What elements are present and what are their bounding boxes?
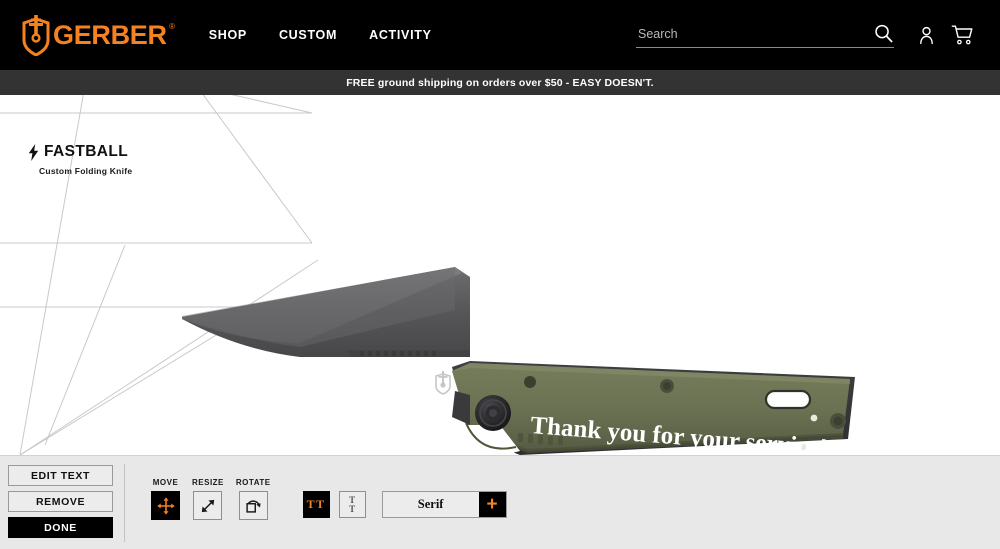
search-submit-button[interactable] [872, 23, 894, 45]
tool-resize-label: RESIZE [192, 478, 224, 487]
toolbar-actions: EDIT TEXT REMOVE DONE [0, 456, 120, 538]
move-tool-button[interactable] [151, 491, 180, 520]
text-style-controls: TT T T Serif + [271, 456, 507, 518]
move-arrows-icon [156, 496, 175, 515]
text-vertical-glyph-bottom: T [349, 503, 356, 514]
search-input[interactable] [636, 22, 864, 46]
header-utilities [636, 0, 980, 70]
knife-blade [182, 267, 470, 395]
blade-gerber-mark-icon [435, 371, 451, 395]
transform-tools: MOVE RESIZE ROTATE [125, 456, 271, 520]
gerber-shield-sword-logo-icon [22, 15, 50, 56]
plus-icon[interactable]: + [478, 492, 506, 517]
brand-text: GERBER [53, 19, 167, 50]
cart-button[interactable] [944, 15, 980, 55]
text-vertical-button[interactable]: T T [338, 491, 366, 518]
product-stage: FASTBALL Custom Folding Knife Thank you … [0, 95, 1000, 455]
tool-move-label: MOVE [152, 478, 179, 487]
product-name: FASTBALL [44, 143, 129, 160]
rotate-tool-button[interactable] [238, 491, 268, 520]
text-horizontal-button[interactable]: TT [302, 491, 330, 518]
handle-pin [810, 414, 818, 422]
knife-preview[interactable]: Thank you for your service! [0, 95, 1000, 455]
editor-toolbar: EDIT TEXT REMOVE DONE MOVE RESIZE ROTATE… [0, 455, 1000, 549]
site-header: GERBER ® SHOP CUSTOM ACTIVITY [0, 0, 1000, 70]
nav-item-custom[interactable]: CUSTOM [279, 28, 337, 42]
remove-button[interactable]: REMOVE [8, 491, 113, 512]
lightning-bolt-icon [28, 143, 39, 161]
edit-text-button[interactable]: EDIT TEXT [8, 465, 113, 486]
handle-screw-inner [663, 382, 671, 390]
promo-text: FREE ground shipping on orders over $50 … [346, 76, 654, 89]
search-box [636, 22, 894, 48]
account-button[interactable] [908, 15, 944, 55]
pivot-screw [475, 395, 511, 431]
user-account-icon [919, 26, 933, 44]
product-label: FASTBALL Custom Folding Knife [28, 143, 132, 176]
lanyard-slot [764, 389, 812, 410]
knife-handle: Thank you for your service! [452, 361, 855, 455]
trademark-symbol: ® [169, 21, 175, 31]
text-horizontal-icon: TT [306, 497, 326, 511]
resize-tool-button[interactable] [193, 491, 223, 520]
shopping-cart-icon [951, 25, 972, 45]
thumb-stud [524, 376, 536, 388]
tool-rotate-label: ROTATE [235, 478, 271, 487]
font-select[interactable]: Serif + [381, 491, 507, 518]
rotate-square-arrow-icon [246, 499, 261, 513]
handle-screw-inner [833, 416, 843, 426]
customizer-page: GERBER ® SHOP CUSTOM ACTIVITY Search FRE… [0, 0, 1000, 549]
tool-rotate: ROTATE [236, 478, 271, 520]
font-select-value: Serif [382, 492, 479, 517]
tool-resize: RESIZE [192, 478, 224, 520]
nav-item-activity[interactable]: ACTIVITY [369, 28, 432, 42]
text-vertical-icon: T T [349, 495, 356, 514]
product-subtitle: Custom Folding Knife [39, 166, 133, 176]
main-navigation: SHOP CUSTOM ACTIVITY [209, 28, 432, 42]
search-icon [874, 24, 892, 43]
done-button[interactable]: DONE [8, 517, 113, 538]
tool-move: MOVE [151, 478, 180, 520]
gerber-wordmark: GERBER ® [53, 19, 175, 51]
promo-banner[interactable]: FREE ground shipping on orders over $50 … [0, 70, 1000, 95]
nav-item-shop[interactable]: SHOP [209, 28, 247, 42]
gerber-logo-link[interactable]: GERBER ® [22, 14, 175, 56]
resize-diagonal-arrows-icon [201, 499, 215, 512]
